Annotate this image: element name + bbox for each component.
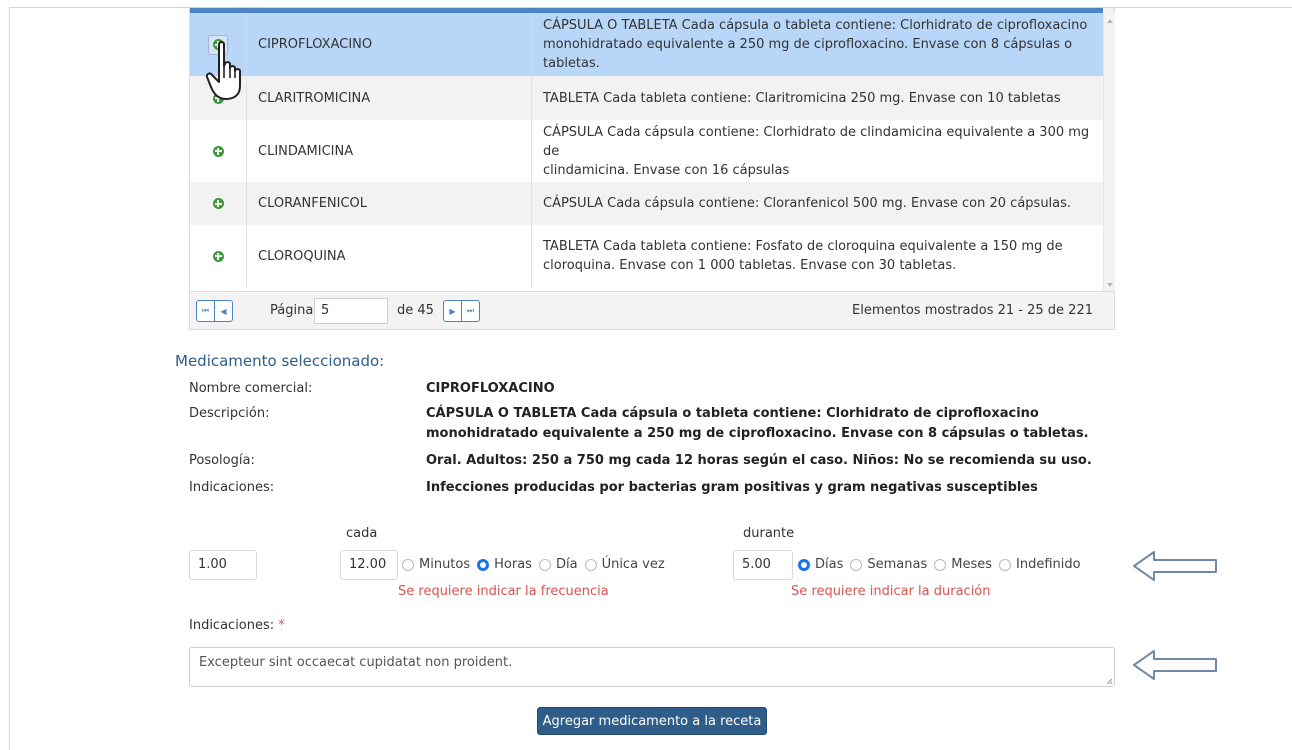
description-line: CÁPSULA O TABLETA Cada cápsula o tableta… [543,18,1088,33]
radio-circle-icon[interactable] [402,558,414,571]
first-page-button[interactable]: ⏮ [196,300,215,322]
name-value: CIPROFLOXACINO [426,381,555,396]
frequency-unit-group: Minutos Horas Día Única vez [402,557,672,572]
radio-label: Día [555,557,578,572]
table-row[interactable]: CLARITROMICINA TABLETA Cada tableta cont… [190,76,1103,120]
radio-label: Indefinido [1016,557,1081,572]
radio-circle-icon[interactable] [999,558,1011,571]
radio-semanas[interactable]: Semanas [850,557,927,572]
frequency-input[interactable]: 12.00 [340,550,398,580]
pager: ⏮ ◀ Página 5 de 45 ▶ ⏭ Elementos mostrad… [190,291,1114,329]
radio-label: Días [815,557,844,572]
description-line: monohidratado equivalente a 250 mg de ci… [543,37,1073,71]
table-row[interactable]: CLINDAMICINA CÁPSULA Cada cápsula contie… [190,120,1103,182]
cada-label: cada [346,526,378,541]
first-page-icon: ⏮ [201,306,210,315]
section-title: Medicamento seleccionado: [175,352,385,370]
arrow-left-icon [1133,650,1217,680]
plus-circle-icon[interactable] [212,250,224,262]
page-label: Página [270,303,314,318]
radio-horas[interactable]: Horas [477,557,532,572]
next-page-button[interactable]: ▶ [443,300,462,322]
description-cell: CÁPSULA Cada cápsula contiene: Clorhidra… [532,120,1103,182]
indications-info-label: Indicaciones: [189,480,275,495]
radio-dia[interactable]: Día [538,557,578,572]
radio-label: Meses [951,557,992,572]
radio-label: Única vez [601,557,665,572]
table-row[interactable]: CLOROQUINA TABLETA Cada tableta contiene… [190,225,1103,287]
description-line: CÁPSULA O TABLETA Cada cápsula o tableta… [426,406,1039,421]
hand-pointer-icon [205,41,241,100]
grid-body: CIPROFLOXACINO CÁPSULA O TABLETA Cada cá… [190,13,1103,291]
medications-grid: CIPROFLOXACINO CÁPSULA O TABLETA Cada cá… [189,8,1115,330]
posology-value: Oral. Adultos: 250 a 750 mg cada 12 hora… [426,453,1092,468]
add-cell[interactable] [190,120,247,182]
scroll-up-icon[interactable] [1107,19,1113,23]
radio-circle-icon[interactable] [850,558,863,571]
plus-circle-icon[interactable] [212,145,224,157]
frame-left-border [9,7,10,750]
indications-label-text: Indicaciones: [189,618,275,633]
radio-indefinido[interactable]: Indefinido [999,557,1081,572]
table-row[interactable]: CIPROFLOXACINO CÁPSULA O TABLETA Cada cá… [190,13,1103,76]
duration-input[interactable]: 5.00 [733,550,793,580]
frequency-error: Se requiere indicar la frecuencia [398,584,609,599]
arrow-left-icon [1133,551,1217,581]
radio-circle-icon[interactable] [798,558,810,571]
name-label: Nombre comercial: [189,381,313,396]
radio-minutos[interactable]: Minutos [402,557,470,572]
radio-unica-vez[interactable]: Única vez [584,557,665,572]
plus-circle-icon[interactable] [212,198,224,209]
duration-error: Se requiere indicar la duración [791,584,991,599]
radio-dias[interactable]: Días [798,557,843,572]
description-line: monohidratado equivalente a 250 mg de ci… [426,426,1089,441]
duration-unit-group: Días Semanas Meses Indefinido [798,557,1088,572]
prev-page-icon: ◀ [220,306,227,316]
name-cell: CLOROQUINA [247,225,532,287]
prev-page-button[interactable]: ◀ [214,300,233,322]
description-value: CÁPSULA O TABLETA Cada cápsula o tableta… [426,404,1089,444]
radio-circle-icon[interactable] [934,558,947,571]
radio-label: Horas [494,557,532,572]
table-row[interactable]: CLORANFENICOL CÁPSULA Cada cápsula conti… [190,182,1103,225]
next-page-icon: ▶ [449,306,456,316]
radio-label: Semanas [867,557,928,572]
vertical-scrollbar[interactable] [1103,13,1115,291]
indications-textarea[interactable]: Excepteur sint occaecat cupidatat non pr… [189,647,1115,687]
radio-meses[interactable]: Meses [934,557,992,572]
name-cell: CIPROFLOXACINO [247,13,532,76]
description-cell: CÁPSULA Cada cápsula contiene: Cloranfen… [543,196,1072,211]
description-cell: TABLETA Cada tableta contiene: Claritrom… [543,90,1061,106]
description-line: clindamicina. Envase con 16 cápsulas [543,162,790,178]
pager-info: Elementos mostrados 21 - 25 de 221 [852,303,1093,318]
scroll-down-icon[interactable] [1107,283,1113,287]
description-line: cloroquina. Envase con 1 000 tabletas. E… [543,258,957,273]
add-cell[interactable] [190,182,247,225]
durante-label: durante [743,526,795,541]
radio-circle-icon[interactable] [584,558,597,571]
dose-input[interactable]: 1.00 [189,550,257,580]
add-medication-button[interactable]: Agregar medicamento a la receta [537,707,767,735]
required-mark: * [278,618,285,633]
resize-grip-icon[interactable] [1106,678,1113,685]
radio-circle-icon[interactable] [477,558,490,571]
name-cell: CLINDAMICINA [247,120,532,182]
name-cell: CLORANFENICOL [247,182,532,225]
indications-info-value: Infecciones producidas por bacterias gra… [426,480,1038,495]
page-input[interactable]: 5 [314,298,388,324]
description-cell: CÁPSULA O TABLETA Cada cápsula o tableta… [532,13,1103,76]
page-count-label: de 45 [397,303,434,318]
description-label: Descripción: [189,406,270,421]
posology-label: Posología: [189,453,255,468]
radio-label: Minutos [419,557,471,572]
description-line: TABLETA Cada tableta contiene: Fosfato d… [543,239,1063,254]
description-line: CÁPSULA Cada cápsula contiene: Clorhidra… [543,124,1090,159]
radio-circle-icon[interactable] [538,558,551,571]
name-cell: CLARITROMICINA [247,76,532,120]
indications-label: Indicaciones: * [189,618,285,633]
description-cell: TABLETA Cada tableta contiene: Fosfato d… [532,225,1103,287]
last-page-icon: ⏭ [466,306,475,315]
add-cell[interactable] [190,225,247,287]
last-page-button[interactable]: ⏭ [461,300,480,322]
